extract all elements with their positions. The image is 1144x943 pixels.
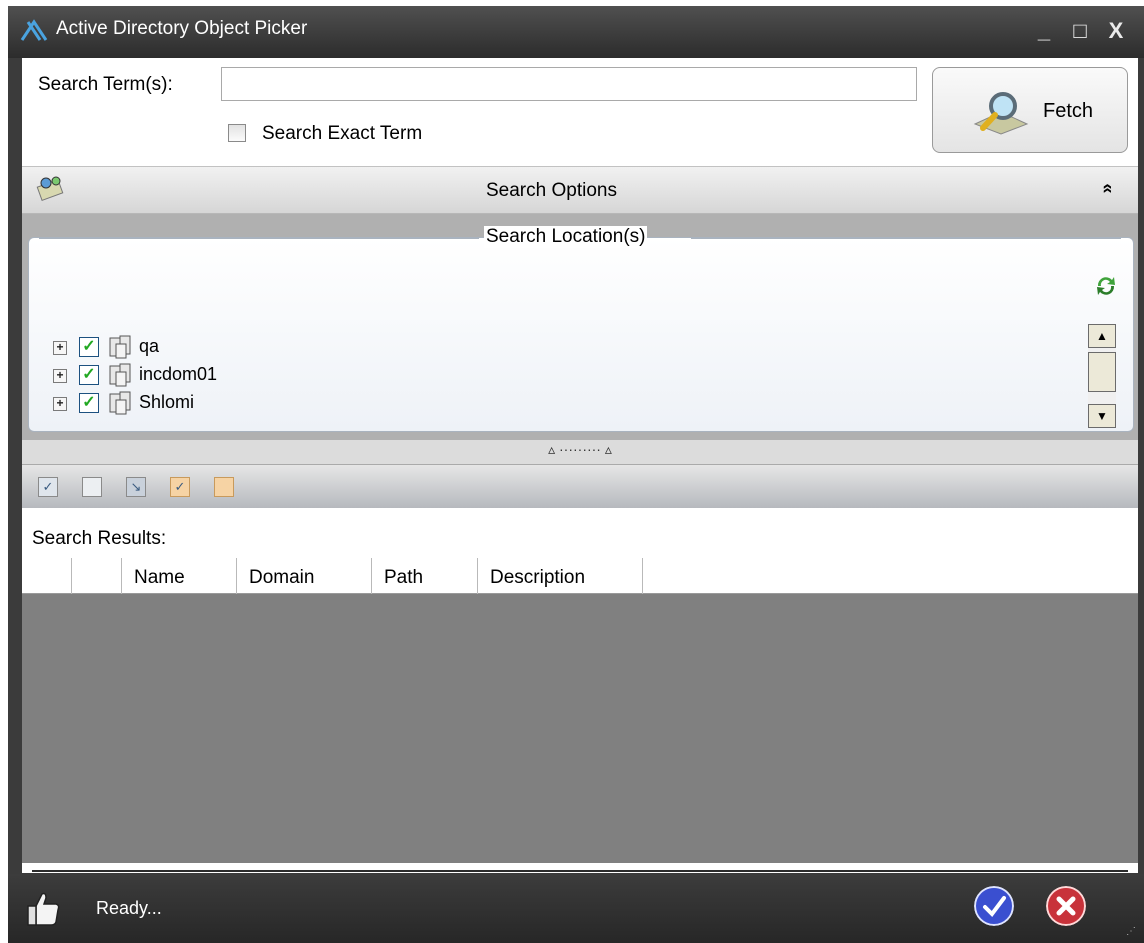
search-locations-title: Search Location(s) [484,226,648,248]
search-options-title: Search Options [486,180,617,201]
status-text: Ready... [96,898,162,918]
minimize-button[interactable]: _ [1030,16,1058,46]
search-exact-label: Search Exact Term [262,123,423,144]
uncheck-all-button[interactable] [82,477,102,497]
tree-item-label: Shlomi [139,392,195,412]
search-results-label: Search Results: [32,528,167,549]
app-logo-icon [20,19,48,41]
search-options-header[interactable]: Search Options » [22,166,1138,214]
search-term-input[interactable] [221,67,917,101]
collapse-options-icon[interactable]: » [1097,183,1118,193]
search-options-icon [36,176,64,201]
search-exact-checkbox[interactable] [228,124,246,142]
column-header-description[interactable]: Description [478,558,643,594]
results-grid-header: Name Domain Path Description [22,558,1138,594]
result-filter-toolbar: ✓ ↘ ✓ [22,464,1138,508]
domain-icon [109,335,131,359]
column-header-domain[interactable]: Domain [237,558,372,594]
locations-scrollbar[interactable]: ▲ ▼ [1088,324,1116,428]
status-bar: Ready... ⋰ [8,874,1144,943]
main-content: Search Term(s): Search Exact Term Fetch … [22,58,1138,873]
column-header-row[interactable] [22,558,72,594]
expand-icon[interactable]: + [53,341,67,355]
invert-selection-button[interactable]: ↘ [126,477,146,497]
uncheck-selected-button[interactable] [214,477,234,497]
ok-icon[interactable] [974,886,1014,926]
refresh-icon[interactable] [1094,274,1118,298]
fetch-label: Fetch [1043,100,1094,122]
search-term-label: Search Term(s): [38,74,173,95]
search-locations-group: Search Location(s) + ✓ qa + ✓ incdom01 +… [28,226,1134,432]
results-grid[interactable]: Name Domain Path Description [22,558,1138,863]
expand-icon[interactable]: + [53,397,67,411]
results-label-bar: Search Results: [22,518,1138,558]
expand-icon[interactable]: + [53,369,67,383]
check-all-button[interactable]: ✓ [38,477,58,497]
tree-item-label: incdom01 [139,364,218,384]
search-locations-panel: Search Location(s) + ✓ qa + ✓ incdom01 +… [22,214,1138,440]
scroll-thumb[interactable] [1088,352,1116,392]
column-header-path[interactable]: Path [372,558,478,594]
fetch-button[interactable]: Fetch [932,67,1128,153]
domain-icon [109,363,131,387]
thumbs-up-icon [27,892,60,926]
tree-item-checkbox[interactable]: ✓ [79,337,99,357]
maximize-button[interactable]: □ [1066,16,1094,46]
fetch-magnifier-icon [973,92,1029,135]
column-header-name[interactable]: Name [122,558,237,594]
resize-grip[interactable]: ⋰ [1126,926,1136,937]
scroll-up-button[interactable]: ▲ [1088,324,1116,348]
title-bar[interactable]: Active Directory Object Picker _ □ X [8,6,1144,58]
check-selected-button[interactable]: ✓ [170,477,190,497]
tree-item-checkbox[interactable]: ✓ [79,365,99,385]
window-title: Active Directory Object Picker [56,18,308,39]
object-picker-window: Active Directory Object Picker _ □ X Sea… [8,6,1144,943]
panel-splitter[interactable]: ▵ ········· ▵ [22,440,1138,464]
close-button[interactable]: X [1102,16,1130,46]
column-header-check[interactable] [72,558,122,594]
scroll-down-button[interactable]: ▼ [1088,404,1116,428]
grid-bottom-divider [32,870,1128,872]
tree-item-label: qa [139,336,160,356]
tree-item-checkbox[interactable]: ✓ [79,393,99,413]
cancel-icon[interactable] [1046,886,1086,926]
domain-icon [109,391,131,415]
